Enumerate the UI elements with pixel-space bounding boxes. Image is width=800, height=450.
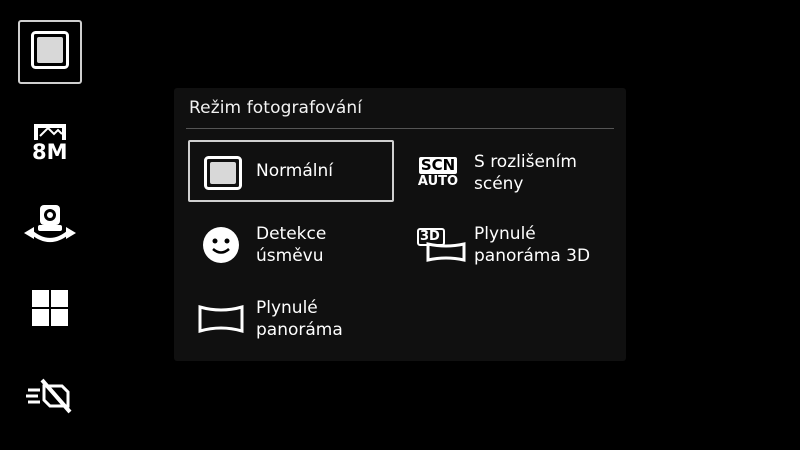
option-smile-detection[interactable]: Detekce úsměvu	[188, 214, 394, 276]
title-divider	[186, 128, 614, 129]
panorama-icon	[198, 300, 244, 338]
panorama-3d-icon: 3D	[416, 226, 466, 264]
flash-off-button[interactable]	[18, 366, 82, 430]
option-normal[interactable]: Normální	[188, 140, 394, 202]
resolution-label: 8M	[32, 140, 68, 164]
grid-icon	[30, 288, 70, 332]
auto-text: AUTO	[417, 173, 459, 189]
option-label: Plynulé panoráma	[256, 298, 343, 340]
camera-settings-sidebar: 8M	[0, 0, 100, 450]
option-label: Detekce úsměvu	[256, 224, 327, 266]
option-3d-panorama[interactable]: 3D Plynulé panoráma 3D	[406, 214, 612, 276]
3d-text: 3D	[420, 229, 440, 244]
option-label: Plynulé panoráma 3D	[474, 224, 591, 266]
scene-auto-icon: SCN AUTO	[416, 154, 460, 192]
option-panorama[interactable]: Plynulé panoráma	[188, 288, 394, 350]
resolution-button[interactable]: 8M	[18, 110, 82, 174]
option-label: S rozlišením scény	[474, 152, 577, 194]
flash-off-icon	[26, 376, 74, 420]
shooting-mode-button[interactable]	[18, 20, 82, 84]
rotate-camera-icon	[20, 201, 80, 255]
option-scene-recognition[interactable]: SCN AUTO S rozlišením scény	[406, 142, 612, 204]
smile-icon	[198, 226, 244, 264]
scene-grid-button[interactable]	[18, 278, 82, 342]
scn-text: SCN	[418, 155, 458, 174]
option-label: Normální	[256, 161, 334, 181]
shooting-mode-panel: Režim fotografování Normální SCN AUTO S …	[174, 88, 626, 361]
resolution-icon: 8M	[28, 120, 72, 164]
self-shot-button[interactable]	[18, 196, 82, 260]
normal-mode-icon	[31, 31, 69, 73]
panel-title: Režim fotografování	[189, 98, 363, 118]
normal-mode-icon	[200, 154, 246, 192]
